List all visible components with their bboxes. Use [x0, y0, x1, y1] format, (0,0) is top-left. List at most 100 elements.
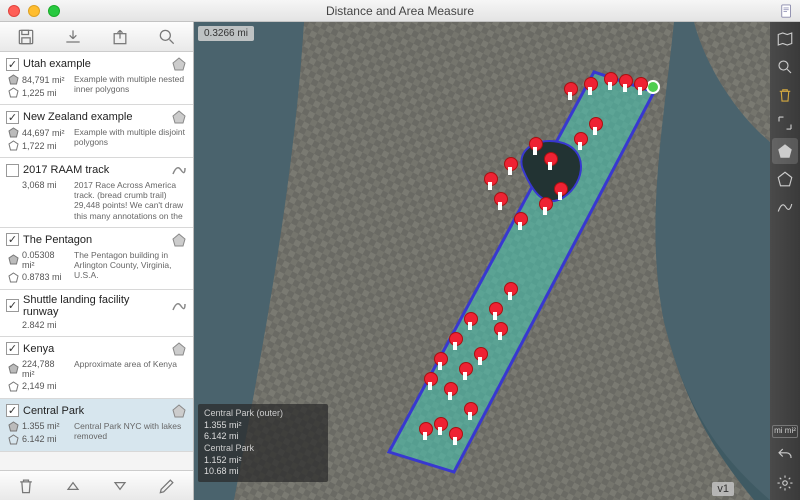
- expand-button[interactable]: [772, 110, 798, 136]
- map-canvas[interactable]: 0.3266 mi Central Park (outer) 1.355 mi²…: [194, 22, 770, 500]
- polygon-icon: [171, 109, 187, 125]
- item-title: Kenya: [23, 343, 167, 355]
- map-pin[interactable]: [619, 74, 631, 92]
- map-pin[interactable]: [494, 192, 506, 210]
- map-pin[interactable]: [489, 302, 501, 320]
- map-pin[interactable]: [484, 172, 496, 190]
- item-title: New Zealand example: [23, 111, 167, 123]
- area-icon: [8, 363, 19, 374]
- map-pin[interactable]: [449, 427, 461, 445]
- perimeter-value: 0.8783 mi: [22, 272, 62, 282]
- list-item[interactable]: ✓ Shuttle landing facility runway 2.842 …: [0, 290, 193, 337]
- map-pin[interactable]: [604, 72, 616, 90]
- polygon-icon: [171, 341, 187, 357]
- undo-button[interactable]: [772, 442, 798, 468]
- delete-button[interactable]: [12, 474, 40, 498]
- map-pin[interactable]: [444, 382, 456, 400]
- map-pin[interactable]: [529, 137, 541, 155]
- map-pin[interactable]: [589, 117, 601, 135]
- map-toolbar: mi mi²: [770, 22, 800, 500]
- area-value: 0.05308 mi²: [22, 250, 68, 270]
- polygon-icon: [171, 56, 187, 72]
- perimeter-icon: [8, 381, 19, 392]
- polygon-tool-button[interactable]: [772, 138, 798, 164]
- item-title: Central Park: [23, 405, 167, 417]
- track-tool-button[interactable]: [772, 194, 798, 220]
- panel-perimeter: 10.68 mi: [204, 466, 322, 478]
- track-icon: [171, 298, 187, 314]
- map-pin[interactable]: [419, 422, 431, 440]
- area-icon: [8, 74, 19, 85]
- list-item[interactable]: 2017 RAAM track 3,068 mi 2017 Race Acros…: [0, 158, 193, 228]
- checkbox[interactable]: ✓: [6, 299, 19, 312]
- map-pin[interactable]: [574, 132, 586, 150]
- perimeter-icon: [8, 434, 19, 445]
- map-pin[interactable]: [504, 282, 516, 300]
- track-icon: [171, 162, 187, 178]
- map-pin[interactable]: [474, 347, 486, 365]
- perimeter-value: 3,068 mi: [22, 180, 57, 190]
- move-down-button[interactable]: [106, 474, 134, 498]
- map-pin[interactable]: [544, 152, 556, 170]
- map-pin[interactable]: [464, 402, 476, 420]
- vertex-handle[interactable]: [646, 80, 660, 94]
- area-value: 224,788 mi²: [22, 359, 68, 379]
- version-badge: v1: [712, 482, 734, 496]
- polygon-icon: [171, 403, 187, 419]
- map-pin[interactable]: [434, 352, 446, 370]
- area-icon: [8, 127, 19, 138]
- import-button[interactable]: [59, 25, 87, 49]
- units-button[interactable]: mi mi²: [772, 425, 798, 438]
- panel-row-header: Central Park (outer): [204, 408, 322, 420]
- list-item[interactable]: ✓ The Pentagon 0.05308 mi² 0.8783 mi The…: [0, 228, 193, 290]
- list-item[interactable]: ✓ New Zealand example 44,697 mi² 1,722 m…: [0, 105, 193, 158]
- checkbox[interactable]: ✓: [6, 342, 19, 355]
- checkbox[interactable]: ✓: [6, 233, 19, 246]
- map-pin[interactable]: [634, 77, 646, 95]
- panel-area: 1.355 mi²: [204, 420, 322, 432]
- area-icon: [8, 254, 19, 265]
- map-pin[interactable]: [424, 372, 436, 390]
- item-description: Approximate area of Kenya: [74, 359, 187, 392]
- scale-bar: 0.3266 mi: [198, 26, 254, 41]
- item-description: Example with multiple nested inner polyg…: [74, 74, 187, 98]
- map-pin[interactable]: [434, 417, 446, 435]
- map-type-button[interactable]: [772, 26, 798, 52]
- map-pin[interactable]: [449, 332, 461, 350]
- polygon-outline-tool-button[interactable]: [772, 166, 798, 192]
- list-item[interactable]: ✓ Central Park 1.355 mi² 6.142 mi Centra…: [0, 399, 193, 452]
- polygon-icon: [171, 232, 187, 248]
- document-icon: [780, 4, 794, 18]
- map-pin[interactable]: [564, 82, 576, 100]
- save-button[interactable]: [12, 25, 40, 49]
- edit-button[interactable]: [153, 474, 181, 498]
- map-pin[interactable]: [554, 182, 566, 200]
- export-button[interactable]: [106, 25, 134, 49]
- search-button[interactable]: [772, 54, 798, 80]
- map-pin[interactable]: [584, 77, 596, 95]
- map-pin[interactable]: [514, 212, 526, 230]
- area-value: 1.355 mi²: [22, 421, 60, 431]
- clear-button[interactable]: [772, 82, 798, 108]
- sidebar-footer-toolbar: [0, 470, 193, 500]
- panel-perimeter: 6.142 mi: [204, 431, 322, 443]
- map-pin[interactable]: [539, 197, 551, 215]
- map-pin[interactable]: [464, 312, 476, 330]
- sidebar-list[interactable]: ✓ Utah example 84,791 mi² 1,225 mi Examp…: [0, 52, 193, 470]
- perimeter-value: 2,149 mi: [22, 381, 57, 391]
- checkbox[interactable]: ✓: [6, 111, 19, 124]
- area-value: 84,791 mi²: [22, 75, 65, 85]
- list-item[interactable]: ✓ Utah example 84,791 mi² 1,225 mi Examp…: [0, 52, 193, 105]
- item-description: Example with multiple disjoint polygons: [74, 127, 187, 151]
- checkbox[interactable]: [6, 164, 19, 177]
- search-button[interactable]: [153, 25, 181, 49]
- move-up-button[interactable]: [59, 474, 87, 498]
- list-item[interactable]: ✓ Kenya 224,788 mi² 2,149 mi Approximate…: [0, 337, 193, 399]
- map-pin[interactable]: [494, 322, 506, 340]
- map-pin[interactable]: [459, 362, 471, 380]
- settings-button[interactable]: [772, 470, 798, 496]
- map-pin[interactable]: [504, 157, 516, 175]
- checkbox[interactable]: ✓: [6, 404, 19, 417]
- checkbox[interactable]: ✓: [6, 58, 19, 71]
- item-title: The Pentagon: [23, 234, 167, 246]
